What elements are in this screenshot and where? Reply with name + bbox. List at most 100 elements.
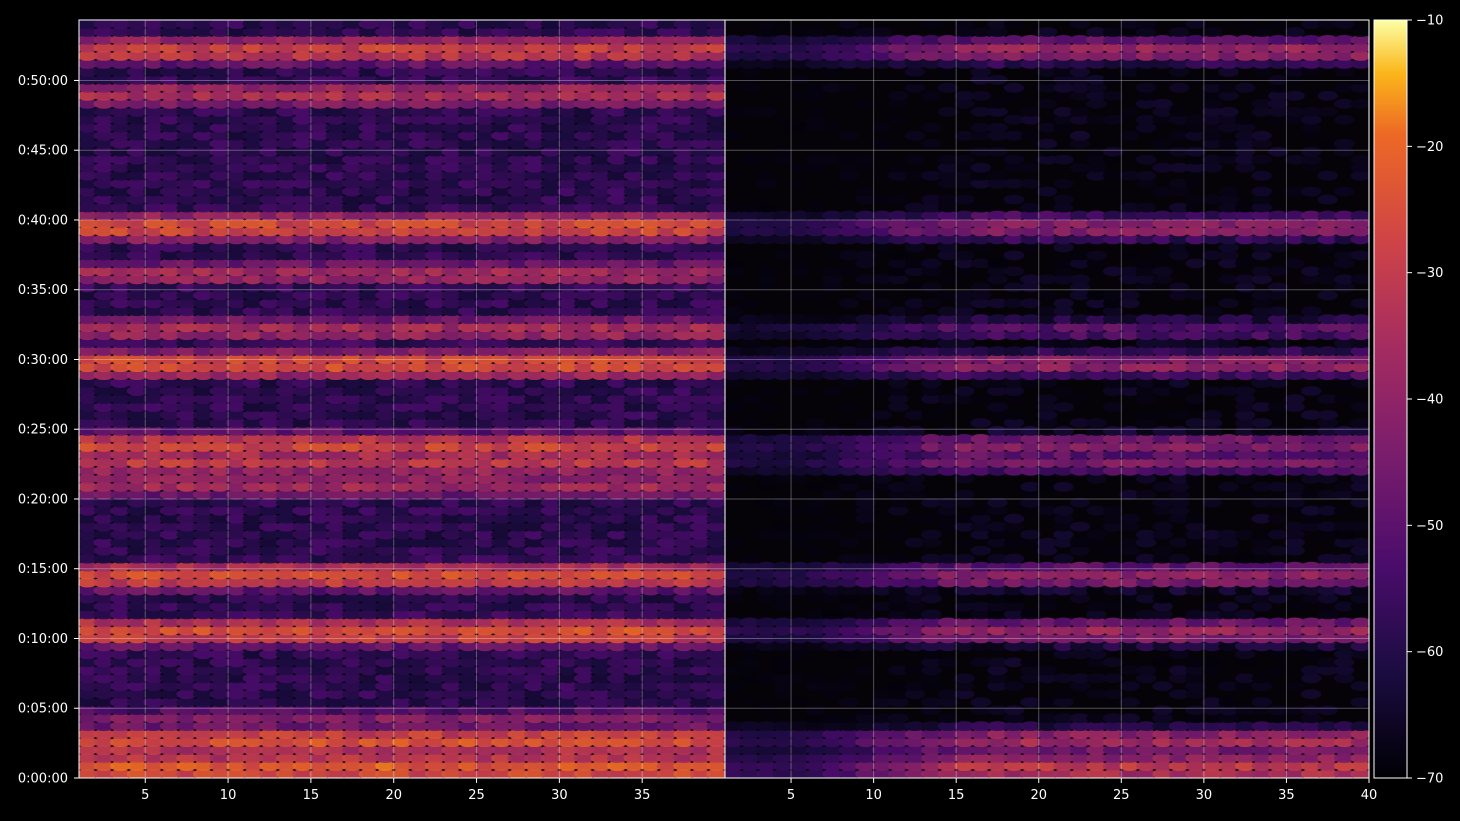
heatmap-cell [1285, 482, 1305, 492]
heatmap-cell [806, 705, 826, 715]
heatmap-cell [822, 530, 842, 540]
heatmap-cell [1119, 514, 1139, 524]
heatmap-cell [1268, 665, 1288, 675]
chart-canvas: 0:00:000:05:000:10:000:15:000:20:000:25:… [0, 0, 1460, 817]
heatmap-cell [1169, 554, 1189, 564]
heatmap-cell [872, 410, 892, 420]
heatmap-cell [1004, 554, 1024, 564]
heatmap-cell [1070, 522, 1090, 532]
heatmap-cell [839, 697, 859, 707]
heatmap-cell [1103, 602, 1123, 612]
heatmap-cell [1285, 681, 1305, 691]
heatmap-cell [806, 546, 826, 556]
left-heatmap-cells [77, 19, 727, 779]
heatmap-cell [1119, 713, 1139, 723]
heatmap-cell [1119, 681, 1139, 691]
heatmap-cell [1152, 705, 1172, 715]
heatmap-cell [822, 490, 842, 500]
heatmap-cell [806, 482, 826, 492]
heatmap-cell [971, 697, 991, 707]
heatmap-cell [888, 554, 908, 564]
heatmap-cell [1351, 522, 1371, 532]
heatmap-cell [773, 522, 793, 532]
heatmap-cell [756, 705, 776, 715]
heatmap-cell [740, 697, 760, 707]
heatmap-cell [1301, 689, 1321, 699]
heatmap-cell [921, 410, 941, 420]
heatmap-cell [888, 713, 908, 723]
heatmap-cell [1202, 657, 1222, 667]
heatmap-cell [938, 657, 958, 667]
heatmap-cell [855, 705, 875, 715]
heatmap-cell [789, 697, 809, 707]
heatmap-cell [1020, 657, 1040, 667]
heatmap-cell [1185, 514, 1205, 524]
heatmap-cell [1086, 418, 1106, 428]
heatmap-cell [855, 665, 875, 675]
heatmap-cell [921, 610, 941, 620]
heatmap-cell [1136, 490, 1156, 500]
heatmap-cell [971, 546, 991, 556]
heatmap-cell [954, 490, 974, 500]
heatmap-cell [1152, 522, 1172, 532]
heatmap-cell [1103, 689, 1123, 699]
heatmap-cell [1053, 689, 1073, 699]
heatmap-cell [839, 538, 859, 548]
heatmap-cell [1152, 657, 1172, 667]
heatmap-cell [855, 490, 875, 500]
right-panel [723, 19, 1371, 779]
heatmap-cell [1235, 490, 1255, 500]
heatmap-cell [773, 657, 793, 667]
heatmap-cell [806, 522, 826, 532]
heatmap-cell [1218, 602, 1238, 612]
heatmap-cell [1252, 697, 1272, 707]
heatmap-cell [855, 418, 875, 428]
heatmap-cell [971, 418, 991, 428]
heatmap-cell [1202, 410, 1222, 420]
heatmap-cell [1136, 665, 1156, 675]
heatmap-cell [756, 402, 776, 412]
heatmap-cell [1020, 610, 1040, 620]
heatmap-cell [855, 610, 875, 620]
heatmap-cell [888, 530, 908, 540]
heatmap-cell [921, 530, 941, 540]
heatmap-cell [839, 402, 859, 412]
heatmap-cell [806, 673, 826, 683]
heatmap-cell [1053, 554, 1073, 564]
heatmap-cell [954, 538, 974, 548]
heatmap-cell [1351, 697, 1371, 707]
heatmap-cell [1351, 721, 1371, 731]
heatmap-cell [1152, 546, 1172, 556]
heatmap-cell [954, 554, 974, 564]
heatmap-cell [938, 426, 958, 436]
heatmap-cell [1053, 482, 1073, 492]
heatmap-cell [1103, 673, 1123, 683]
heatmap-cell [1235, 610, 1255, 620]
heatmap-cell [1103, 657, 1123, 667]
heatmap-cell [1318, 705, 1338, 715]
heatmap-cell [1351, 681, 1371, 691]
heatmap-cell [1218, 697, 1238, 707]
heatmap-cell [1351, 538, 1371, 548]
heatmap-cell [905, 426, 925, 436]
left-panel [77, 19, 727, 779]
heatmap-cell [938, 713, 958, 723]
heatmap-cell [1004, 705, 1024, 715]
heatmap-cell [723, 538, 743, 548]
heatmap-cell [1103, 506, 1123, 516]
heatmap-cell [822, 514, 842, 524]
heatmap-cell [1169, 410, 1189, 420]
heatmap-cell [1252, 673, 1272, 683]
heatmap-cell [723, 482, 743, 492]
heatmap-cell [723, 681, 743, 691]
heatmap-cell [1252, 418, 1272, 428]
heatmap-cell [954, 673, 974, 683]
heatmap-cell [1318, 410, 1338, 420]
heatmap-cell [822, 610, 842, 620]
heatmap-cell [756, 426, 776, 436]
heatmap-cell [1351, 618, 1371, 628]
heatmap-cell [1334, 506, 1354, 516]
heatmap-cell [1119, 697, 1139, 707]
heatmap-cell [839, 673, 859, 683]
heatmap-cell [706, 19, 727, 29]
